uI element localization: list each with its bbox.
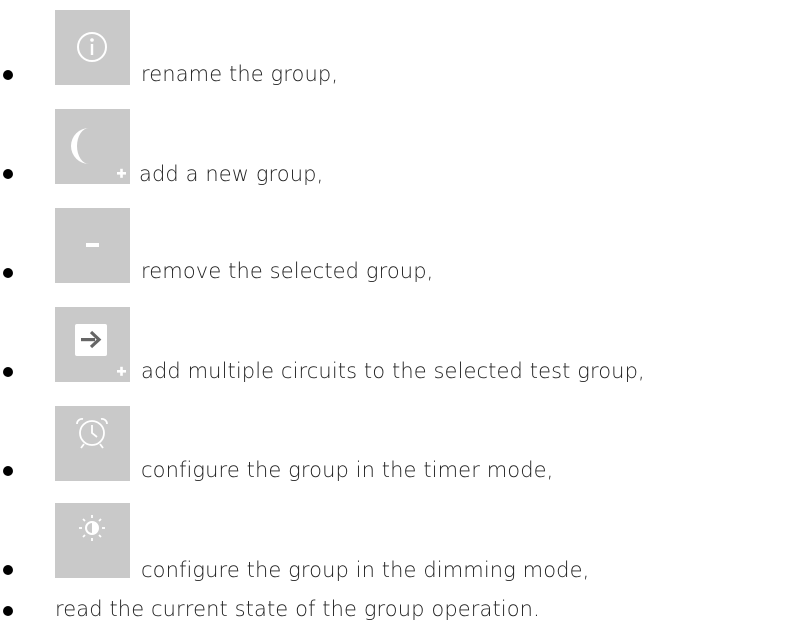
moon-plus-icon[interactable] — [55, 109, 130, 184]
bullet-dot — [3, 606, 13, 616]
bullet-dot — [3, 565, 13, 575]
list-item-rename: rename the group, — [0, 0, 791, 86]
info-icon[interactable] — [55, 10, 130, 85]
alarm-clock-icon[interactable] — [55, 406, 130, 481]
bullet-dot — [3, 466, 13, 476]
sun-dimming-icon[interactable] — [55, 503, 130, 578]
bullet-dot — [3, 169, 13, 179]
item-label: read the current state of the group oper… — [55, 597, 540, 621]
bullet-list: rename the group, add a new group, remov… — [0, 0, 791, 641]
item-label: remove the selected group, — [141, 259, 434, 283]
list-item-dimming-mode: configure the group in the dimming mode, — [0, 495, 791, 582]
bullet-dot — [3, 268, 13, 278]
item-label: add a new group, — [139, 162, 324, 186]
list-item-read-state: read the current state of the group oper… — [0, 580, 791, 641]
list-item-remove-group: remove the selected group, — [0, 198, 791, 284]
list-item-add-group: add a new group, — [0, 99, 791, 186]
arrow-in-box-plus-icon[interactable] — [55, 307, 130, 382]
item-label: add multiple circuits to the selected te… — [141, 359, 645, 383]
bullet-dot — [3, 70, 13, 80]
list-item-timer-mode: configure the group in the timer mode, — [0, 396, 791, 482]
item-label: configure the group in the timer mode, — [141, 458, 554, 482]
item-label: configure the group in the dimming mode, — [141, 558, 590, 582]
minus-icon[interactable] — [55, 208, 130, 283]
bullet-dot — [3, 367, 13, 377]
item-label: rename the group, — [141, 62, 339, 86]
list-item-add-circuits: add multiple circuits to the selected te… — [0, 297, 791, 383]
